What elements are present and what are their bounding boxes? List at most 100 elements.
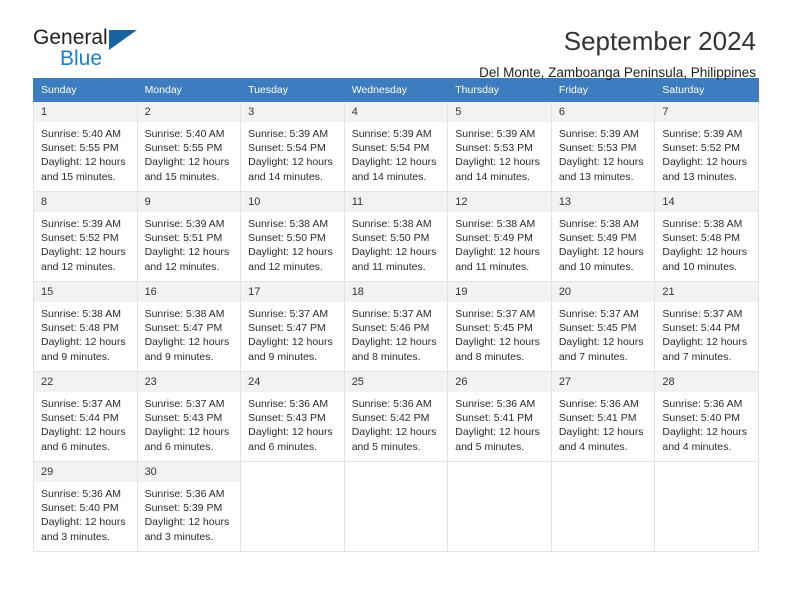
calendar-day-cell[interactable]: 9 Sunrise: 5:39 AM Sunset: 5:51 PM Daylight…	[136, 191, 242, 282]
daylight-text: and 14 minutes.	[455, 170, 530, 183]
calendar-day-cell[interactable]: 28 Sunrise: 5:36 AM Sunset: 5:40 PM Dayligh…	[654, 371, 759, 462]
daylight-text: and 13 minutes.	[558, 170, 634, 183]
sunrise-text: Sunrise: 5:40 AM	[144, 128, 225, 140]
sunset-text: Sunset: 5:40 PM	[41, 502, 119, 515]
daylight-text: Daylight: 12 hours	[351, 156, 437, 169]
calendar-day-cell[interactable]: 13 Sunrise: 5:38 AM Sunset: 5:49 PM Dayligh…	[550, 191, 656, 282]
daylight-text: Daylight: 12 hours	[248, 246, 333, 259]
calendar-day-cell[interactable]: 24 Sunrise: 5:36 AM Sunset: 5:43 PM Dayligh…	[240, 371, 345, 462]
daylight-text: and 3 minutes.	[41, 530, 110, 543]
sunrise-text: Sunrise: 5:38 AM	[351, 218, 432, 230]
daylight-text: and 5 minutes.	[455, 440, 525, 453]
sunrise-text: Sunrise: 5:37 AM	[248, 308, 329, 320]
day-number: 21	[655, 282, 758, 303]
calendar-day-cell[interactable]: 16 Sunrise: 5:38 AM Sunset: 5:47 PM Dayligh…	[136, 281, 242, 372]
daylight-text: and 4 minutes.	[558, 440, 628, 453]
daylight-text: Daylight: 12 hours	[662, 426, 748, 439]
daylight-text: Daylight: 12 hours	[662, 336, 748, 349]
calendar-cell-empty	[654, 461, 759, 552]
day-details: Sunrise: 5:39 AM Sunset: 5:52 PM Daylight:…	[34, 213, 137, 274]
calendar-cell-empty	[240, 461, 345, 552]
sunset-text: Sunset: 5:54 PM	[351, 142, 430, 155]
day-details: Sunrise: 5:36 AM Sunset: 5:39 PM Daylight:…	[138, 483, 241, 544]
calendar-day-cell[interactable]: 30 Sunrise: 5:36 AM Sunset: 5:39 PM Dayligh…	[136, 461, 242, 552]
daylight-text: Daylight: 12 hours	[351, 426, 437, 439]
sunset-text: Sunset: 5:42 PM	[351, 412, 430, 425]
sunset-text: Sunset: 5:43 PM	[248, 412, 326, 425]
calendar-day-cell[interactable]: 11 Sunrise: 5:38 AM Sunset: 5:50 PM Dayligh…	[343, 191, 449, 282]
calendar-day-cell[interactable]: 10 Sunrise: 5:38 AM Sunset: 5:50 PM Dayligh…	[240, 191, 345, 282]
calendar-day-cell[interactable]: 2 Sunrise: 5:40 AM Sunset: 5:55 PM Daylight…	[136, 101, 242, 192]
day-details: Sunrise: 5:36 AM Sunset: 5:40 PM Daylight:…	[655, 393, 758, 454]
day-number: 17	[241, 282, 344, 303]
day-details: Sunrise: 5:36 AM Sunset: 5:41 PM Daylight:…	[448, 393, 551, 454]
sunrise-text: Sunrise: 5:36 AM	[41, 488, 121, 500]
calendar-day-cell[interactable]: 25 Sunrise: 5:36 AM Sunset: 5:42 PM Dayligh…	[343, 371, 449, 462]
daylight-text: and 9 minutes.	[41, 350, 110, 363]
sunset-text: Sunset: 5:41 PM	[455, 412, 533, 425]
sunset-text: Sunset: 5:47 PM	[248, 322, 326, 335]
calendar-week-row: 8 Sunrise: 5:39 AM Sunset: 5:52 PM Daylight…	[33, 191, 759, 282]
daylight-text: Daylight: 12 hours	[558, 336, 644, 349]
calendar-day-cell[interactable]: 18 Sunrise: 5:37 AM Sunset: 5:46 PM Dayligh…	[343, 281, 449, 372]
day-number: 15	[34, 282, 137, 303]
day-number: 1	[34, 102, 137, 123]
calendar-day-cell[interactable]: 12 Sunrise: 5:38 AM Sunset: 5:49 PM Dayligh…	[447, 191, 552, 282]
day-details: Sunrise: 5:36 AM Sunset: 5:43 PM Daylight:…	[241, 393, 344, 454]
calendar-day-cell[interactable]: 5 Sunrise: 5:39 AM Sunset: 5:53 PM Daylight…	[447, 101, 552, 192]
sunset-text: Sunset: 5:49 PM	[455, 232, 533, 245]
day-details: Sunrise: 5:36 AM Sunset: 5:40 PM Daylight:…	[34, 483, 137, 544]
daylight-text: and 8 minutes.	[351, 350, 421, 363]
day-details: Sunrise: 5:37 AM Sunset: 5:45 PM Daylight:…	[552, 303, 655, 364]
calendar-day-cell[interactable]: 21 Sunrise: 5:37 AM Sunset: 5:44 PM Dayligh…	[654, 281, 759, 372]
day-details: Sunrise: 5:37 AM Sunset: 5:45 PM Daylight:…	[448, 303, 551, 364]
calendar-day-cell[interactable]: 17 Sunrise: 5:37 AM Sunset: 5:47 PM Dayligh…	[240, 281, 345, 372]
sunrise-text: Sunrise: 5:39 AM	[455, 128, 536, 140]
calendar-page: General Blue September 2024 Del Monte, Z…	[0, 0, 792, 612]
day-details	[241, 470, 344, 474]
sunset-text: Sunset: 5:55 PM	[144, 142, 223, 155]
weekday-header-sunday: Sunday	[33, 78, 138, 102]
calendar-day-cell[interactable]: 29 Sunrise: 5:36 AM Sunset: 5:40 PM Dayligh…	[33, 461, 138, 552]
calendar-day-cell[interactable]: 8 Sunrise: 5:39 AM Sunset: 5:52 PM Daylight…	[33, 191, 138, 282]
sunset-text: Sunset: 5:44 PM	[41, 412, 119, 425]
day-number: 16	[137, 282, 241, 303]
calendar-day-cell[interactable]: 3 Sunrise: 5:39 AM Sunset: 5:54 PM Daylight…	[240, 101, 345, 192]
daylight-text: Daylight: 12 hours	[41, 516, 126, 529]
daylight-text: Daylight: 12 hours	[144, 516, 230, 529]
calendar-day-cell[interactable]: 23 Sunrise: 5:37 AM Sunset: 5:43 PM Dayligh…	[136, 371, 242, 462]
calendar-day-cell[interactable]: 20 Sunrise: 5:37 AM Sunset: 5:45 PM Dayligh…	[550, 281, 656, 372]
calendar-day-cell[interactable]: 26 Sunrise: 5:36 AM Sunset: 5:41 PM Dayligh…	[447, 371, 552, 462]
weekday-header-wednesday: Wednesday	[343, 78, 449, 102]
daylight-text: Daylight: 12 hours	[144, 336, 230, 349]
day-details	[655, 470, 758, 474]
calendar-day-cell[interactable]: 22 Sunrise: 5:37 AM Sunset: 5:44 PM Dayligh…	[33, 371, 138, 462]
weekday-header-thursday: Thursday	[447, 78, 552, 102]
calendar-day-cell[interactable]: 14 Sunrise: 5:38 AM Sunset: 5:48 PM Dayligh…	[654, 191, 759, 282]
sunrise-text: Sunrise: 5:40 AM	[41, 128, 121, 140]
sunrise-text: Sunrise: 5:38 AM	[455, 218, 536, 230]
calendar-day-cell[interactable]: 15 Sunrise: 5:38 AM Sunset: 5:48 PM Dayligh…	[33, 281, 138, 372]
generalblue-logo[interactable]: General Blue	[33, 26, 153, 72]
calendar-day-cell[interactable]: 4 Sunrise: 5:39 AM Sunset: 5:54 PM Daylight…	[343, 101, 449, 192]
day-number: 12	[448, 192, 551, 213]
daylight-text: and 6 minutes.	[41, 440, 110, 453]
weekday-headers: Sunday Monday Tuesday Wednesday Thursday Frid…	[33, 78, 759, 102]
daylight-text: Daylight: 12 hours	[41, 156, 126, 169]
daylight-text: and 13 minutes.	[662, 170, 738, 183]
daylight-text: and 12 minutes.	[41, 260, 116, 273]
daylight-text: and 14 minutes.	[351, 170, 427, 183]
sunset-text: Sunset: 5:39 PM	[144, 502, 223, 515]
calendar-day-cell[interactable]: 27 Sunrise: 5:36 AM Sunset: 5:41 PM Dayligh…	[550, 371, 656, 462]
day-details: Sunrise: 5:39 AM Sunset: 5:53 PM Daylight:…	[448, 123, 551, 184]
calendar-day-cell[interactable]: 6 Sunrise: 5:39 AM Sunset: 5:53 PM Daylight…	[550, 101, 656, 192]
daylight-text: and 12 minutes.	[248, 260, 323, 273]
day-details: Sunrise: 5:38 AM Sunset: 5:50 PM Daylight:…	[241, 213, 344, 274]
calendar-day-cell[interactable]: 7 Sunrise: 5:39 AM Sunset: 5:52 PM Daylight…	[654, 101, 759, 192]
daylight-text: Daylight: 12 hours	[455, 156, 540, 169]
sunrise-text: Sunrise: 5:39 AM	[558, 128, 639, 140]
calendar-day-cell[interactable]: 1 Sunrise: 5:40 AM Sunset: 5:55 PM Daylight…	[33, 101, 138, 192]
day-number: 28	[655, 372, 758, 393]
day-details: Sunrise: 5:39 AM Sunset: 5:54 PM Daylight:…	[345, 123, 448, 184]
calendar-day-cell[interactable]: 19 Sunrise: 5:37 AM Sunset: 5:45 PM Dayligh…	[447, 281, 552, 372]
